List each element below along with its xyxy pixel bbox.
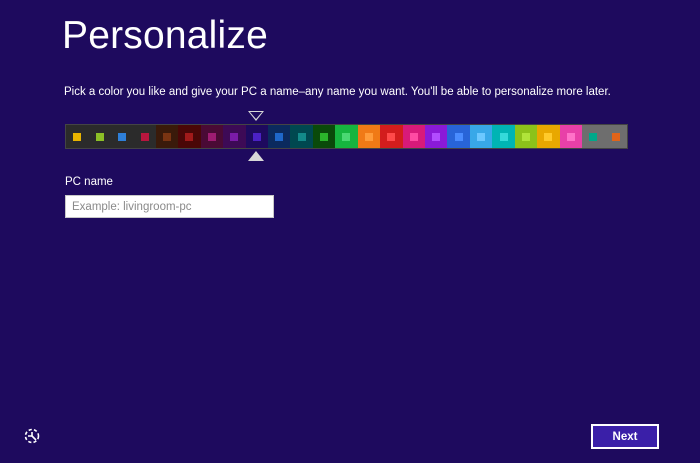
color-chip <box>73 132 82 141</box>
color-swatch[interactable] <box>492 125 515 148</box>
color-swatch[interactable] <box>335 125 358 148</box>
pc-name-input[interactable] <box>65 195 274 218</box>
color-swatch[interactable] <box>357 125 381 148</box>
pc-name-label: PC name <box>65 176 113 188</box>
color-palette[interactable] <box>65 124 628 149</box>
color-swatch[interactable] <box>469 125 493 148</box>
color-swatch[interactable] <box>447 125 470 148</box>
color-chip <box>521 132 530 141</box>
color-chip <box>611 132 620 141</box>
color-chip <box>499 132 508 141</box>
color-swatch[interactable] <box>312 125 336 148</box>
color-swatch-selected[interactable] <box>245 125 268 148</box>
next-button[interactable]: Next <box>591 424 659 449</box>
color-swatch[interactable] <box>582 125 605 148</box>
color-swatch[interactable] <box>223 125 246 148</box>
personalize-page: Personalize Pick a color you like and gi… <box>0 0 700 463</box>
color-chip <box>140 132 149 141</box>
color-swatch[interactable] <box>267 125 291 148</box>
color-chip <box>230 132 239 141</box>
color-swatch[interactable] <box>178 125 201 148</box>
color-chip <box>432 132 441 141</box>
color-chip <box>454 132 463 141</box>
color-swatch[interactable] <box>402 125 425 148</box>
color-swatch[interactable] <box>155 125 179 148</box>
color-chip <box>477 132 486 141</box>
color-slider-bottom-handle[interactable] <box>248 151 264 161</box>
color-swatch[interactable] <box>66 125 89 148</box>
page-subtitle: Pick a color you like and give your PC a… <box>64 86 611 98</box>
color-swatch[interactable] <box>514 125 538 148</box>
color-chip <box>589 132 598 141</box>
color-chip <box>297 132 306 141</box>
color-swatch[interactable] <box>133 125 156 148</box>
color-chip <box>275 132 284 141</box>
color-chip <box>320 132 329 141</box>
color-chip <box>162 132 171 141</box>
color-swatch[interactable] <box>537 125 560 148</box>
color-chip <box>544 132 553 141</box>
ease-of-access-icon[interactable] <box>22 426 42 446</box>
color-swatch[interactable] <box>559 125 583 148</box>
color-chip <box>95 132 104 141</box>
color-chip <box>252 132 261 141</box>
color-swatch[interactable] <box>88 125 111 148</box>
color-chip <box>364 132 373 141</box>
color-swatch[interactable] <box>200 125 224 148</box>
color-swatch[interactable] <box>425 125 448 148</box>
color-chip <box>207 132 216 141</box>
color-chip <box>342 132 351 141</box>
color-chip <box>409 132 418 141</box>
color-swatch[interactable] <box>380 125 403 148</box>
color-swatch[interactable] <box>110 125 134 148</box>
color-chip <box>387 132 396 141</box>
color-slider-top-handle[interactable] <box>248 111 264 121</box>
color-chip <box>118 132 127 141</box>
color-swatch[interactable] <box>290 125 313 148</box>
color-chip <box>566 132 575 141</box>
color-chip <box>185 132 194 141</box>
page-title: Personalize <box>62 14 268 57</box>
color-swatch[interactable] <box>604 125 627 148</box>
